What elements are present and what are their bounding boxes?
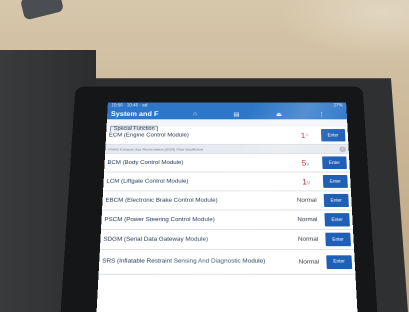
module-name: BCM (Body Control Module) xyxy=(107,159,184,166)
enter-button[interactable]: Enter xyxy=(323,193,349,207)
cable xyxy=(19,0,65,21)
module-status: Normal xyxy=(296,197,317,204)
fault-count: 5v xyxy=(289,159,323,167)
dtc-row: P0401 Exhaust Gas Recirculation (EGR) Fl… xyxy=(105,144,349,154)
module-status: Normal xyxy=(298,258,320,265)
enter-button[interactable]: Enter xyxy=(326,254,353,269)
photo-scene: 10:56 · 10:46 · ad 27% System and F ⌂ ▤ … xyxy=(0,0,409,312)
module-name: PSCM (Power Steering Control Module) xyxy=(104,216,215,223)
home-icon[interactable]: ⌂ xyxy=(193,111,197,117)
expand-toggle-icon[interactable]: v xyxy=(306,161,309,167)
enter-button[interactable]: Enter xyxy=(320,129,346,142)
module-row: LCM (Liftgate Control Module) 1v Enter xyxy=(103,172,351,192)
expand-toggle-icon[interactable]: ^ xyxy=(305,134,308,140)
table-surface xyxy=(279,0,409,60)
header-nav: ⌂ ▤ ⏏ ⋮ xyxy=(175,111,343,117)
document-icon[interactable]: ▤ xyxy=(233,111,239,118)
module-name: ECM (Engine Control Module) xyxy=(108,132,189,138)
enter-button[interactable]: Enter xyxy=(322,175,348,188)
module-name: SRS (Inflatable Restraint Sensing And Di… xyxy=(102,258,266,265)
enter-button[interactable]: Enter xyxy=(322,156,347,170)
expand-toggle-icon[interactable]: v xyxy=(307,180,311,186)
more-icon[interactable]: ⋮ xyxy=(318,111,325,118)
app-header: System and F ⌂ ▤ ⏏ ⋮ xyxy=(106,108,348,120)
module-name: SDGM (Serial Data Gateway Module) xyxy=(103,236,209,243)
module-row: BCM (Body Control Module) 5v Enter xyxy=(104,153,350,173)
upload-icon[interactable]: ⏏ xyxy=(276,111,282,118)
fault-count: 1v xyxy=(289,177,323,186)
enter-button[interactable]: Enter xyxy=(325,232,352,247)
module-name: EBCM (Electronic Brake Control Module) xyxy=(105,197,218,204)
module-row: PSCM (Power Steering Control Module) Nor… xyxy=(100,210,354,230)
module-row: SDGM (Serial Data Gateway Module) Normal… xyxy=(99,230,355,250)
dtc-description: P0401 Exhaust Gas Recirculation (EGR) Fl… xyxy=(108,146,203,151)
module-row: EBCM (Electronic Brake Control Module) N… xyxy=(102,191,352,211)
module-status: Normal xyxy=(297,236,319,243)
tab-label: Special Function xyxy=(109,125,159,132)
module-status: Normal xyxy=(297,216,318,223)
status-time: 10:56 · 10:46 · ad xyxy=(111,103,148,108)
battery-indicator: 27% xyxy=(333,103,343,108)
tablet-screen: 10:56 · 10:46 · ad 27% System and F ⌂ ▤ … xyxy=(96,102,358,312)
info-icon[interactable]: i xyxy=(339,145,347,152)
page-title: System and F xyxy=(110,110,159,118)
tab-special-function[interactable]: Special Function xyxy=(106,119,348,132)
module-row: SRS (Inflatable Restraint Sensing And Di… xyxy=(98,249,356,275)
fault-count: 1^ xyxy=(288,131,322,139)
module-name: LCM (Liftgate Control Module) xyxy=(106,178,189,185)
enter-button[interactable]: Enter xyxy=(324,213,350,227)
